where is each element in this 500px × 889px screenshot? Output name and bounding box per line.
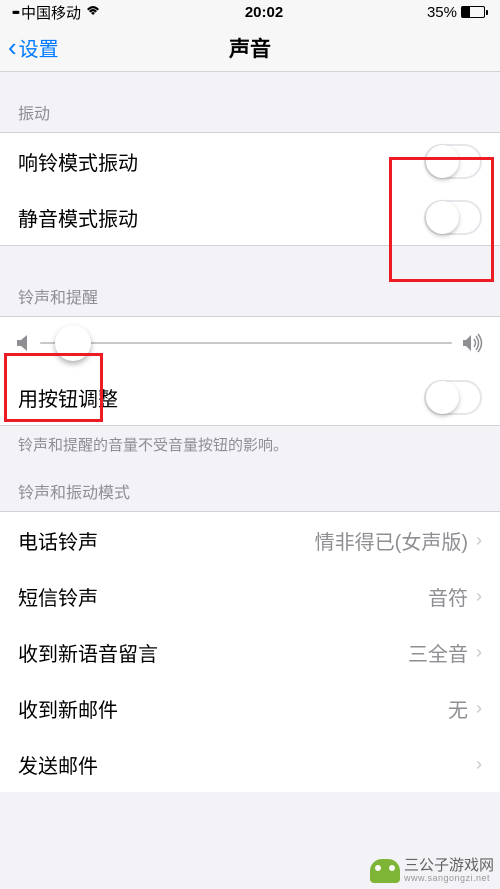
- row-label: 发送邮件: [18, 750, 98, 779]
- row-value: 音符 ›: [428, 582, 482, 611]
- row-volume-slider[interactable]: [0, 317, 500, 369]
- row-label: 短信铃声: [18, 582, 98, 611]
- battery-pct: 35%: [427, 4, 457, 21]
- page-title: 声音: [229, 33, 271, 63]
- toggle-ring-vibrate[interactable]: [424, 144, 482, 179]
- row-voicemail[interactable]: 收到新语音留言 三全音 ›: [0, 624, 500, 680]
- row-silent-vibrate[interactable]: 静音模式振动: [0, 189, 500, 245]
- wifi-icon: [85, 4, 101, 20]
- toggle-adjust-buttons[interactable]: [424, 380, 482, 415]
- row-value: 三全音 ›: [408, 638, 482, 667]
- row-label: 响铃模式振动: [18, 147, 138, 176]
- volume-slider-track[interactable]: [40, 342, 452, 344]
- signal-icon: ▪▪▪▪: [12, 5, 17, 19]
- row-ring-vibrate[interactable]: 响铃模式振动: [0, 133, 500, 189]
- section-footer-ringer: 铃声和提醒的音量不受音量按钮的影响。: [0, 426, 500, 463]
- row-phone-ringtone[interactable]: 电话铃声 情非得已(女声版) ›: [0, 512, 500, 568]
- list-group-patterns: 电话铃声 情非得已(女声版) › 短信铃声 音符 › 收到新语音留言 三全音 ›…: [0, 511, 500, 792]
- volume-low-icon: [16, 333, 30, 353]
- carrier-label: 中国移动: [21, 2, 81, 23]
- row-label: 静音模式振动: [18, 203, 138, 232]
- watermark-brand: 三公子游戏网: [404, 858, 494, 873]
- row-value: 情非得已(女声版) ›: [315, 526, 482, 555]
- watermark-domain: www.sangongzi.net: [404, 873, 494, 883]
- row-label: 收到新语音留言: [18, 638, 158, 667]
- volume-slider-knob[interactable]: [55, 325, 91, 361]
- row-label: 收到新邮件: [18, 694, 118, 723]
- nav-bar: ‹ 设置 声音: [0, 24, 500, 72]
- row-text-tone[interactable]: 短信铃声 音符 ›: [0, 568, 500, 624]
- chevron-right-icon: ›: [476, 530, 482, 551]
- chevron-right-icon: ›: [476, 698, 482, 719]
- toggle-silent-vibrate[interactable]: [424, 200, 482, 235]
- section-header-patterns: 铃声和振动模式: [0, 463, 500, 511]
- volume-high-icon: [462, 333, 484, 353]
- section-header-ringer: 铃声和提醒: [0, 246, 500, 316]
- status-right: 35%: [427, 4, 488, 21]
- row-sent-mail[interactable]: 发送邮件 ›: [0, 736, 500, 792]
- battery-icon: [461, 6, 488, 18]
- watermark-logo-icon: [370, 859, 400, 883]
- status-left: ▪▪▪▪ 中国移动: [12, 2, 101, 23]
- row-adjust-with-buttons[interactable]: 用按钮调整: [0, 369, 500, 425]
- row-value: ›: [468, 754, 482, 775]
- back-button[interactable]: ‹ 设置: [8, 33, 59, 62]
- list-group-ringer: 用按钮调整: [0, 316, 500, 426]
- row-label: 电话铃声: [18, 526, 98, 555]
- row-new-mail[interactable]: 收到新邮件 无 ›: [0, 680, 500, 736]
- status-bar: ▪▪▪▪ 中国移动 20:02 35%: [0, 0, 500, 24]
- list-group-vibrate: 响铃模式振动 静音模式振动: [0, 132, 500, 246]
- watermark: 三公子游戏网 www.sangongzi.net: [370, 858, 494, 883]
- row-value: 无 ›: [448, 694, 482, 723]
- chevron-right-icon: ›: [476, 754, 482, 775]
- section-header-vibrate: 振动: [0, 72, 500, 132]
- back-label: 设置: [19, 33, 59, 62]
- row-label: 用按钮调整: [18, 383, 118, 412]
- chevron-right-icon: ›: [476, 642, 482, 663]
- chevron-right-icon: ›: [476, 586, 482, 607]
- status-time: 20:02: [245, 4, 283, 21]
- chevron-left-icon: ‹: [8, 34, 17, 60]
